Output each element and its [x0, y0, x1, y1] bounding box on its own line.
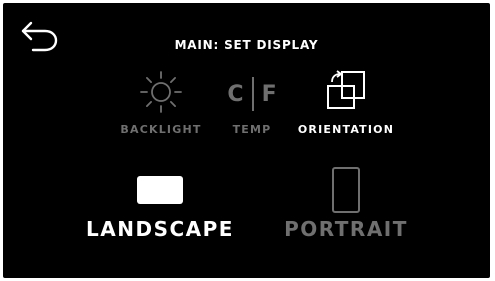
- landscape-option[interactable]: LANDSCAPE: [85, 165, 235, 245]
- landscape-icon: [137, 176, 183, 204]
- page-title: MAIN: SET DISPLAY: [174, 38, 319, 52]
- portrait-icon-wrap: [271, 165, 421, 215]
- portrait-icon: [332, 167, 360, 213]
- display-screen: MAIN: SET DISPLAY BACKLIGHT C F TEMP ORI…: [3, 3, 490, 278]
- orientation-icon-wrap: [294, 67, 398, 117]
- celsius-glyph: C: [227, 81, 244, 107]
- landscape-label: LANDSCAPE: [86, 217, 234, 241]
- menu-item-orientation[interactable]: ORIENTATION: [294, 67, 398, 143]
- temp-divider: [251, 77, 254, 111]
- sun-icon: [140, 71, 182, 113]
- menu-item-label: BACKLIGHT: [120, 123, 202, 136]
- menu-item-backlight[interactable]: BACKLIGHT: [109, 67, 213, 143]
- menu-item-temp[interactable]: C F TEMP: [200, 67, 304, 143]
- fahrenheit-glyph: F: [261, 81, 277, 107]
- backlight-icon-wrap: [109, 67, 213, 117]
- orientation-icon: [327, 70, 365, 109]
- landscape-icon-wrap: [85, 165, 235, 215]
- portrait-option[interactable]: PORTRAIT: [271, 165, 421, 245]
- menu-item-label: TEMP: [232, 123, 272, 136]
- menu-item-label: ORIENTATION: [297, 123, 395, 136]
- temp-unit-icon: C F: [200, 67, 304, 117]
- portrait-label: PORTRAIT: [284, 217, 408, 241]
